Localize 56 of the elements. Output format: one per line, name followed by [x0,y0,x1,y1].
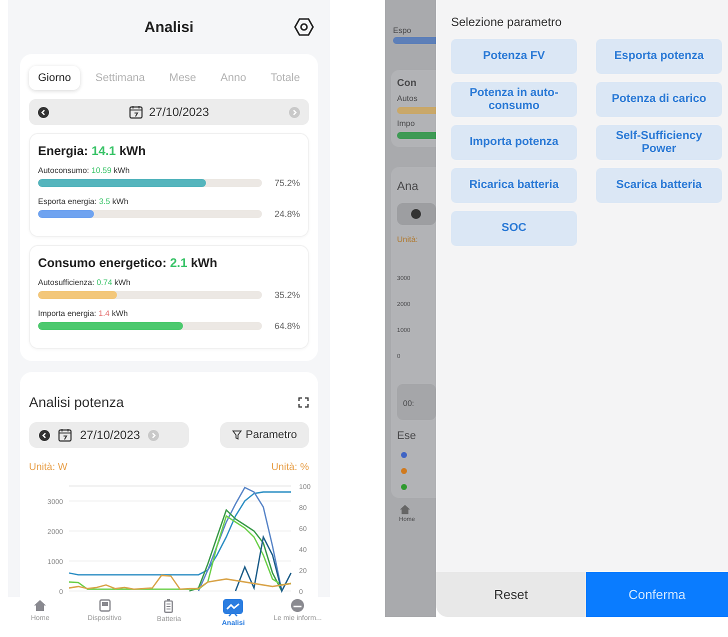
filter-icon [232,430,242,440]
unit-label: Unità: W [29,462,68,473]
parameter-option[interactable]: Scarica batteria [596,168,722,203]
progress-fill [393,37,436,44]
time-fragment: 00: [403,399,414,408]
unit-label: Unità: % [271,462,309,473]
parameter-option[interactable]: Potenza FV [451,39,577,74]
title-fragment: Ana [397,179,420,193]
summary-title: Energia: 14.1 kWh [38,144,147,158]
expand-icon[interactable] [298,396,309,408]
parameter-option[interactable]: SOC [451,211,577,246]
period-tab[interactable]: Mese [160,66,206,90]
percent-text: 75.2% [273,178,300,188]
device-icon [98,599,111,612]
reset-button[interactable]: Reset [436,572,586,617]
battery-icon [164,599,174,613]
period-tab[interactable]: Totale [262,66,309,90]
label-fragment: Impo [397,119,416,128]
date-picker[interactable]: 27/10/2023 [29,422,189,448]
label-fragment: Autos [397,94,418,103]
unit-fragment: Unità: [397,235,419,244]
energy-row-label: Autoconsumo: 10.59 kWh [38,166,131,175]
previous-icon[interactable] [39,430,50,440]
calendar-icon [58,428,72,442]
energy-row-label: Importa energia: 1.4 kWh [38,309,129,318]
percent-text: 64.8% [273,321,300,331]
settings-icon[interactable] [294,17,314,37]
parameter-button[interactable]: Parametro [220,422,309,448]
home-icon [33,599,48,612]
energy-row-label: Esporta energia: 3.5 kWh [38,197,130,206]
percent-text: 24.8% [273,209,300,219]
page-title: Analisi [144,18,194,36]
parameter-option[interactable]: Ricarica batteria [451,168,577,203]
date-pill [397,203,436,225]
parameter-option[interactable]: Importa potenza [451,125,577,160]
summary-title: Consumo energetico: 2.1 kWh [38,256,218,270]
title-fragment: Ese [397,430,417,442]
period-tab[interactable]: Anno [212,66,256,90]
drawer-title: Selezione parametro [450,14,563,31]
date-text: 27/10/2023 [80,428,140,442]
card-title: Analisi potenza [29,394,124,410]
parameter-option[interactable]: Esporta potenza [596,39,722,74]
home-icon [399,504,411,515]
parameter-option[interactable]: Potenza di carico [596,82,722,117]
calendar-icon [128,105,143,119]
percent-text: 35.2% [273,290,300,300]
date-text[interactable]: 27/10/2023 [148,105,210,119]
energy-row-label: Autosufficienza: 0.74 kWh [38,278,132,287]
confirm-button[interactable]: Conferma [586,572,728,617]
parameter-option[interactable]: Self-Sufficiency Power [596,125,722,160]
period-tab[interactable]: Settimana [86,66,154,90]
title-fragment: Con [397,78,418,89]
parameter-option[interactable]: Potenza in auto-consumo [451,82,577,117]
label-fragment: Espo [393,26,412,35]
previous-icon[interactable] [38,106,49,118]
period-tab[interactable]: Giorno [29,66,80,90]
